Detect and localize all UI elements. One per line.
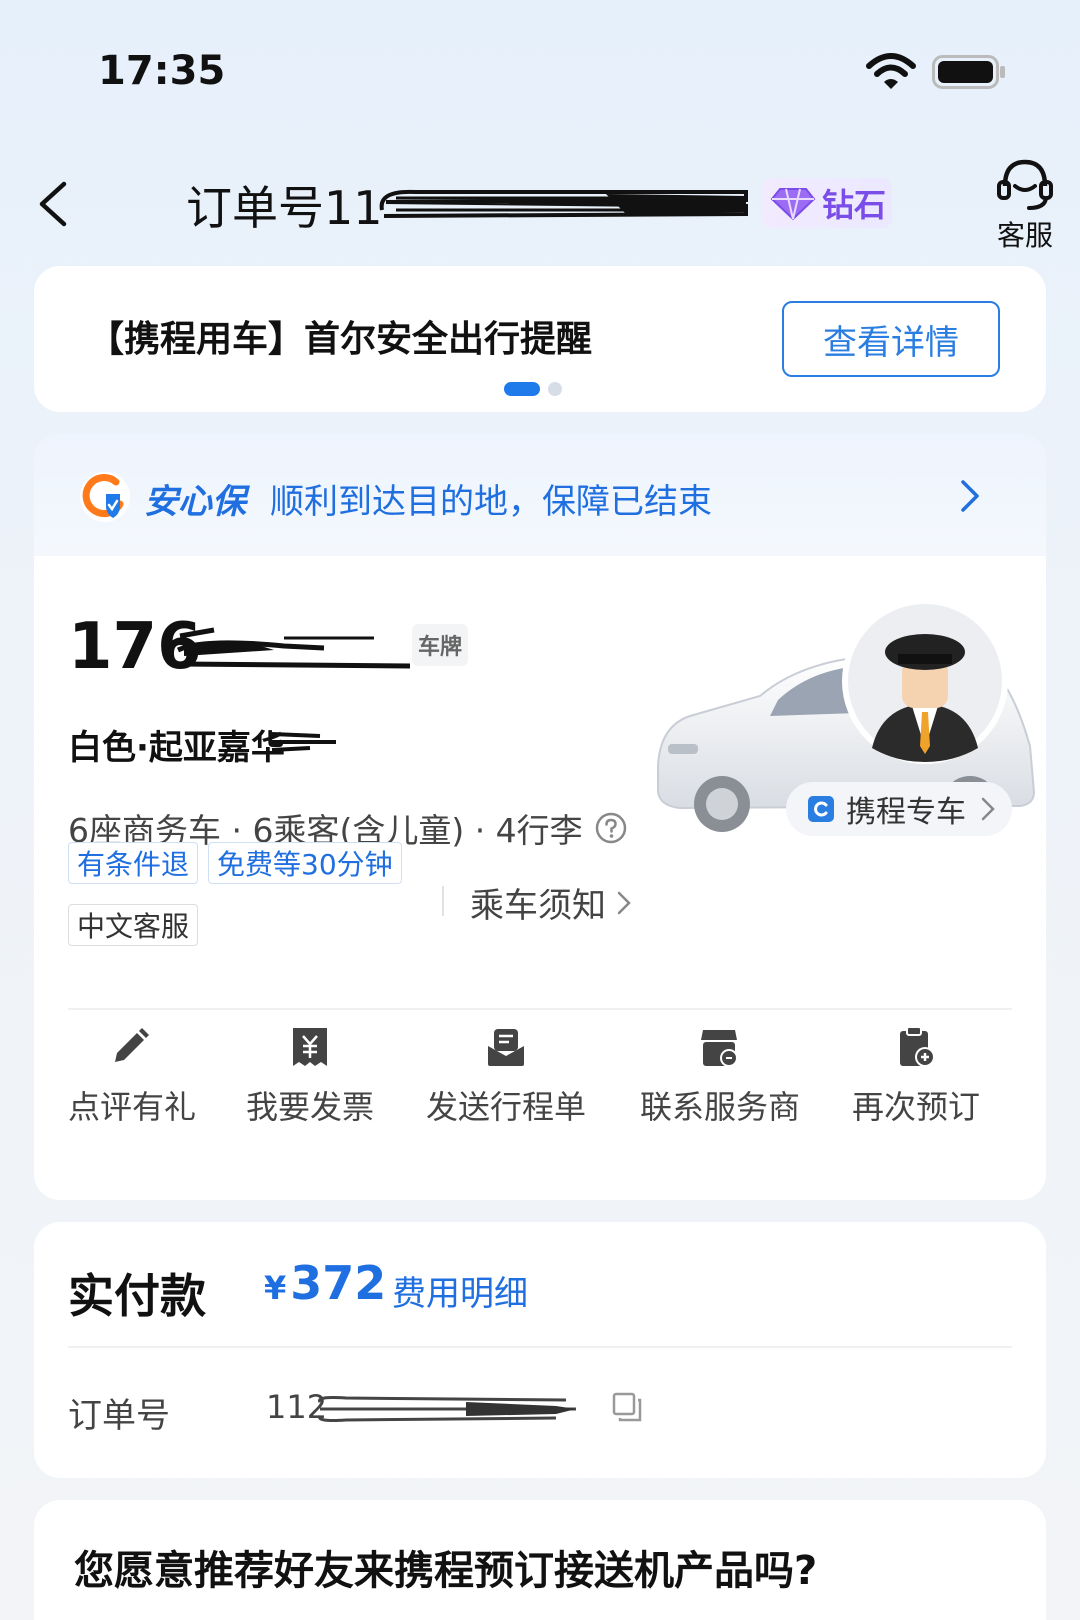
insurance-brand: 安心保	[144, 482, 246, 522]
redaction-scribble	[271, 732, 336, 752]
currency-symbol: ¥	[264, 1269, 287, 1307]
driver-avatar	[842, 598, 1008, 764]
tag-free-waiting: 免费等30分钟	[208, 842, 402, 884]
action-label: 我要发票	[246, 1088, 375, 1126]
divider	[442, 886, 444, 916]
insurance-bar[interactable]: 安心保 顺利到达目的地，保障已结束	[34, 434, 1046, 556]
tag-conditional-refund: 有条件退	[68, 842, 199, 884]
level-label: 钻石	[822, 186, 887, 224]
fee-details-link[interactable]: 费用明细	[392, 1266, 528, 1315]
customer-service-button[interactable]: 客服	[990, 156, 1060, 252]
redaction-scribble	[379, 189, 748, 218]
plate-tag: 车牌	[412, 624, 468, 666]
divider	[68, 1008, 1012, 1010]
help-question-icon[interactable]	[595, 812, 627, 844]
review-reward-button[interactable]: 点评有礼	[68, 1026, 197, 1128]
chevron-right-icon	[981, 797, 995, 821]
chevron-right-icon	[617, 891, 631, 914]
itinerary-icon	[488, 1029, 524, 1066]
notice-text: 【携程用车】首尔安全出行提醒	[88, 319, 593, 360]
safety-notice-card: 【携程用车】首尔安全出行提醒 查看详情	[34, 266, 1046, 412]
vehicle-card: 安心保 顺利到达目的地，保障已结束 176 车牌 白色·起亚嘉华 携程专车 6座…	[34, 434, 1046, 1200]
service-tag-label: 携程专车	[846, 795, 966, 830]
headset-icon	[997, 159, 1053, 210]
carousel-indicator	[504, 382, 562, 396]
diamond-icon	[770, 188, 816, 221]
car-description: 白色·起亚嘉华	[68, 728, 285, 768]
insurance-message: 顺利到达目的地，保障已结束	[270, 482, 712, 522]
invoice-button[interactable]: 我要发票	[246, 1026, 374, 1128]
status-time: 17:35	[98, 48, 226, 94]
back-arrow-icon[interactable]	[34, 178, 74, 230]
service-label: 客服	[996, 219, 1053, 252]
ctrip-premium-tag[interactable]: 携程专车	[786, 782, 1012, 836]
invoice-icon	[293, 1028, 327, 1066]
page-title: 订单号11	[186, 181, 383, 235]
redaction-scribble	[176, 627, 410, 669]
divider	[68, 1346, 1012, 1348]
pencil-icon	[115, 1028, 149, 1062]
action-label: 发送行程单	[426, 1088, 587, 1126]
amount-value: 372	[290, 1256, 387, 1310]
paid-amount-label: 实付款	[68, 1269, 206, 1323]
action-label: 点评有礼	[68, 1088, 197, 1126]
insurance-shield-icon	[80, 472, 130, 522]
order-number-label: 订单号	[68, 1396, 170, 1436]
carousel-dot-active	[504, 382, 540, 396]
ctrip-logo-icon	[808, 796, 834, 822]
ride-rules-link[interactable]: 乘车须知	[470, 878, 632, 927]
battery-icon	[932, 55, 1005, 89]
paid-amount: ¥ 372	[264, 1256, 386, 1310]
status-bar: 17:35	[0, 0, 1080, 140]
copy-icon[interactable]	[612, 1392, 642, 1422]
view-details-button[interactable]: 查看详情	[782, 301, 1000, 377]
recommend-survey-card: 您愿意推荐好友来携程预订接送机产品吗?	[34, 1500, 1046, 1620]
chevron-right-icon	[961, 480, 979, 512]
action-label: 联系服务商	[640, 1088, 801, 1126]
carousel-dot	[548, 382, 562, 396]
member-level-badge[interactable]: 钻石	[762, 178, 892, 228]
action-row: 点评有礼 我要发票 发送行程单 联系服务商 再次预订	[34, 1026, 1046, 1146]
redaction-scribble	[318, 1396, 576, 1422]
send-itinerary-button[interactable]: 发送行程单	[426, 1026, 586, 1128]
contact-provider-button[interactable]: 联系服务商	[640, 1026, 800, 1128]
nav-bar: 订单号11 钻石 客服	[0, 150, 1080, 252]
payment-card: 实付款 ¥ 372 费用明细 订单号 112	[34, 1222, 1046, 1478]
wifi-icon	[866, 53, 916, 89]
shop-contact-icon	[701, 1030, 738, 1067]
rebook-button[interactable]: 再次预订	[852, 1026, 981, 1128]
rebook-icon	[900, 1026, 935, 1067]
action-label: 再次预订	[852, 1088, 981, 1126]
ride-rules-label: 乘车须知	[470, 886, 606, 926]
recommend-question: 您愿意推荐好友来携程预订接送机产品吗?	[74, 1548, 818, 1594]
tag-chinese-service: 中文客服	[68, 904, 199, 946]
